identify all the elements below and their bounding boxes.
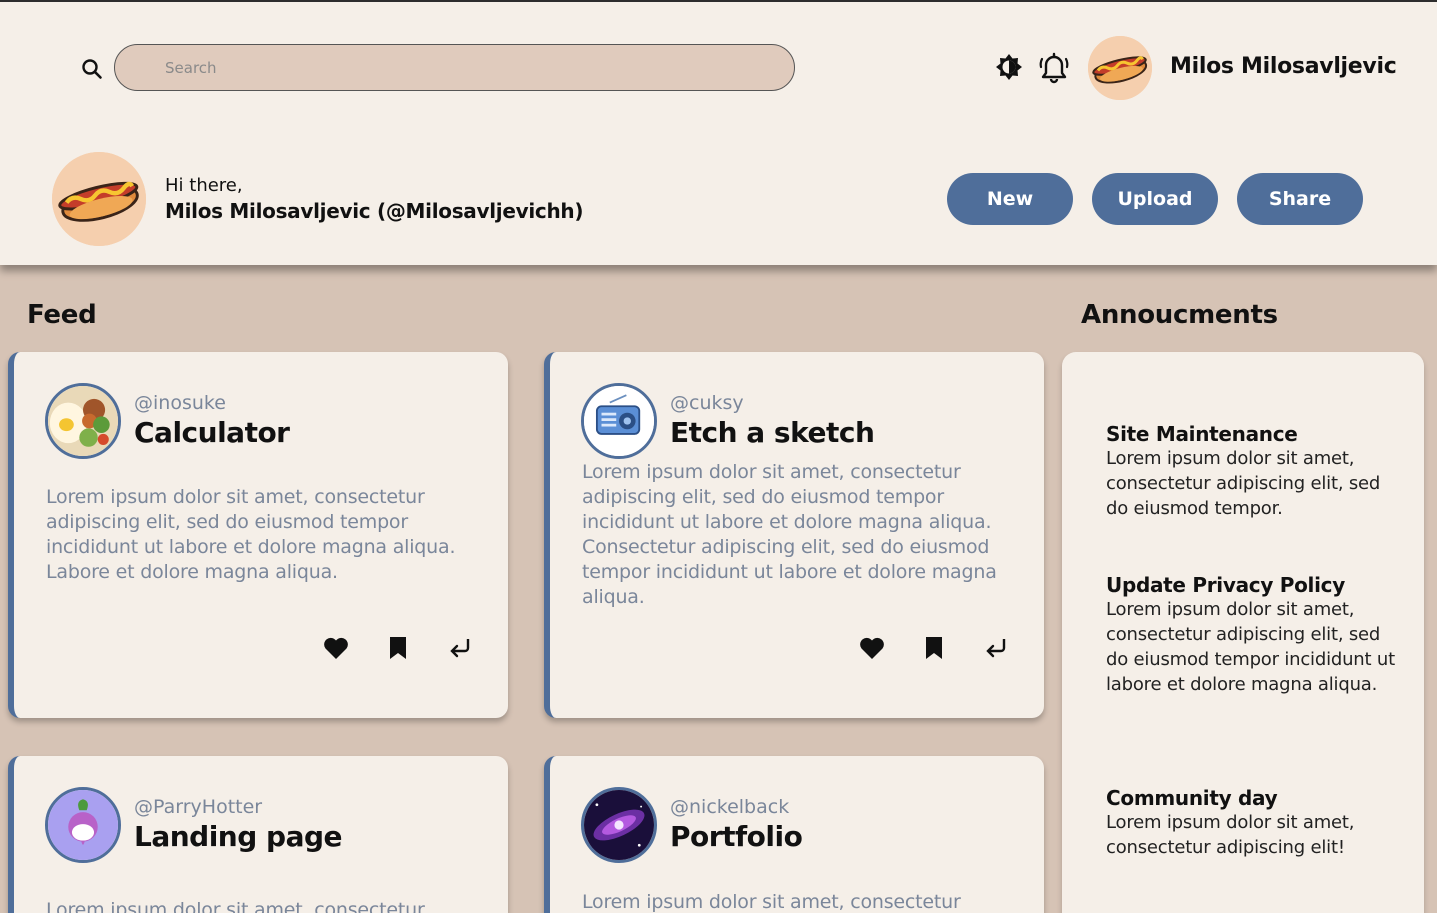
theme-toggle-icon[interactable] bbox=[994, 52, 1024, 82]
card-handle[interactable]: @cuksy bbox=[670, 392, 744, 414]
header-user-name[interactable]: Milos Milosavljevic bbox=[1170, 54, 1397, 79]
hotdog-icon bbox=[1088, 36, 1152, 100]
bookmark-icon[interactable] bbox=[384, 634, 412, 662]
feed-title: Feed bbox=[27, 300, 97, 330]
announcement-item[interactable]: Update Privacy Policy Lorem ipsum dolor … bbox=[1106, 573, 1406, 697]
card-handle[interactable]: @ParryHotter bbox=[134, 796, 262, 818]
announcement-item[interactable]: Community day Lorem ipsum dolor sit amet… bbox=[1106, 786, 1406, 860]
card-avatar[interactable] bbox=[45, 787, 121, 863]
card-avatar[interactable] bbox=[581, 383, 657, 459]
turnip-icon bbox=[48, 790, 118, 860]
avatar[interactable] bbox=[1088, 36, 1152, 100]
announcement-item[interactable]: Site Maintenance Lorem ipsum dolor sit a… bbox=[1106, 422, 1406, 521]
hotdog-icon bbox=[52, 152, 146, 246]
announcement-title: Site Maintenance bbox=[1106, 422, 1298, 446]
card-handle[interactable]: @nickelback bbox=[670, 796, 789, 818]
upload-button[interactable]: Upload bbox=[1092, 173, 1218, 225]
card-description: Lorem ipsum dolor sit amet, consectetur … bbox=[46, 486, 456, 583]
reply-icon[interactable] bbox=[982, 634, 1010, 662]
card-handle[interactable]: @inosuke bbox=[134, 392, 226, 414]
card-actions bbox=[322, 634, 474, 662]
galaxy-icon bbox=[584, 790, 654, 860]
food-bowl-icon bbox=[48, 386, 118, 456]
announcements-title: Annoucments bbox=[1081, 300, 1278, 330]
card-avatar[interactable] bbox=[581, 787, 657, 863]
header: Milos Milosavljevic Hi there, Milos Milo… bbox=[0, 2, 1437, 265]
search-input[interactable] bbox=[114, 44, 795, 91]
announcement-text: Lorem ipsum dolor sit amet, consectetur … bbox=[1106, 599, 1395, 695]
card-description: Lorem ipsum dolor sit amet, consectetur … bbox=[582, 461, 997, 608]
card-description: Lorem ipsum dolor sit amet, consectetur bbox=[582, 891, 961, 913]
card-title[interactable]: Calculator bbox=[134, 416, 290, 449]
card-description: Lorem ipsum dolor sit amet, consectetur bbox=[46, 899, 425, 913]
announcement-text: Lorem ipsum dolor sit amet, consectetur … bbox=[1106, 448, 1381, 519]
announcement-title: Community day bbox=[1106, 786, 1278, 810]
card-avatar[interactable] bbox=[45, 383, 121, 459]
heart-icon[interactable] bbox=[858, 634, 886, 662]
project-card[interactable]: @cuksy Etch a sketch Lorem ipsum dolor s… bbox=[544, 352, 1044, 718]
announcement-title: Update Privacy Policy bbox=[1106, 573, 1345, 597]
greeting-user-name: Milos Milosavljevic (@Milosavljevichh) bbox=[165, 199, 584, 223]
card-actions bbox=[858, 634, 1010, 662]
search-icon[interactable] bbox=[80, 57, 104, 81]
share-button[interactable]: Share bbox=[1237, 173, 1363, 225]
card-title[interactable]: Landing page bbox=[134, 820, 343, 853]
greeting-text: Hi there, bbox=[165, 175, 243, 196]
reply-icon[interactable] bbox=[446, 634, 474, 662]
project-card[interactable]: @inosuke Calculator Lorem ipsum dolor si… bbox=[8, 352, 508, 718]
heart-icon[interactable] bbox=[322, 634, 350, 662]
bookmark-icon[interactable] bbox=[920, 634, 948, 662]
project-card[interactable]: @nickelback Portfolio Lorem ipsum dolor … bbox=[544, 756, 1044, 913]
announcement-text: Lorem ipsum dolor sit amet, consectetur … bbox=[1106, 812, 1355, 858]
notification-bell-icon[interactable] bbox=[1038, 51, 1070, 85]
card-title[interactable]: Etch a sketch bbox=[670, 416, 875, 449]
profile-avatar[interactable] bbox=[52, 152, 146, 246]
card-title[interactable]: Portfolio bbox=[670, 820, 803, 853]
announcements-panel: Site Maintenance Lorem ipsum dolor sit a… bbox=[1062, 352, 1424, 913]
project-card[interactable]: @ParryHotter Landing page Lorem ipsum do… bbox=[8, 756, 508, 913]
new-button[interactable]: New bbox=[947, 173, 1073, 225]
radio-icon bbox=[584, 386, 654, 456]
